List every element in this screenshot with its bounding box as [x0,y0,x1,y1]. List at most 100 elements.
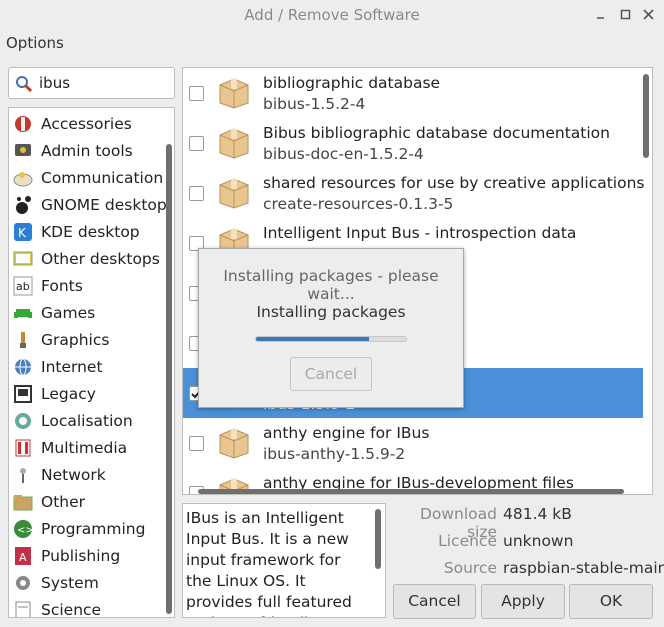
communication-icon [13,168,33,188]
category-label: Multimedia [41,439,128,457]
category-list[interactable]: Accessories Admin tools Communication GNOME… [8,107,175,618]
package-icon [217,425,251,459]
category-label: Science [41,601,102,618]
category-label: Programming [41,520,146,538]
category-item[interactable]: Legacy [9,381,165,408]
source-value: raspbian-stable-main [503,559,664,577]
package-hscrollbar[interactable] [198,489,624,494]
kde-icon: K [13,222,33,242]
minimize-button[interactable] [592,6,610,24]
publishing-icon: A [13,546,33,566]
category-item[interactable]: Science [9,597,165,618]
menu-options[interactable]: Options [6,34,64,52]
category-item[interactable]: K KDE desktop [9,219,165,246]
package-checkbox[interactable] [189,186,204,201]
category-label: Publishing [41,547,121,565]
category-label: Other [41,493,86,511]
install-dialog: Installing packages - please wait... Ins… [198,248,464,408]
system-icon [13,573,33,593]
gnome-icon [13,195,33,215]
package-checkbox[interactable] [189,136,204,151]
category-item[interactable]: Communication [9,165,165,192]
description-scrollbar[interactable] [375,509,381,569]
programming-icon: <> [13,519,34,539]
package-version: ibus-anthy-1.5.9-2 [263,445,406,463]
source-label: Source [443,559,497,577]
package-icon [217,125,251,159]
package-title: bibliographic database [263,74,441,92]
multimedia-icon [13,438,33,458]
menu-bar: Options [0,30,664,58]
package-title: Bibus bibliographic database documentati… [263,124,610,142]
package-row[interactable]: shared resources for use by creative app… [183,168,645,218]
category-item[interactable]: Admin tools [9,138,165,165]
dialog-title: Installing packages - please wait... [223,267,439,303]
category-item[interactable]: Network [9,462,165,489]
category-label: Communication [41,169,164,187]
close-button[interactable] [640,6,658,24]
package-vscrollbar[interactable] [643,74,649,158]
category-item[interactable]: ab Fonts [9,273,165,300]
category-item[interactable]: GNOME desktop [9,192,167,219]
description-text: IBus is an Intelligent Input Bus. It is … [186,509,352,617]
package-checkbox[interactable] [189,436,204,451]
category-item[interactable]: Other desktops [9,246,165,273]
category-label: Graphics [41,331,110,349]
category-label: Legacy [41,385,96,403]
category-item[interactable]: Accessories [9,111,165,138]
package-icon [217,175,251,209]
package-title: anthy engine for IBus [263,424,430,442]
category-label: Games [41,304,96,322]
admin-tools-icon [13,141,33,161]
fonts-icon: ab [13,276,33,296]
package-row[interactable]: bibliographic database bibus-1.5.2-4 [183,68,643,118]
package-row[interactable]: anthy engine for IBus ibus-anthy-1.5.9-2 [183,418,643,468]
title-bar: Add / Remove Software [0,0,664,30]
category-label: System [41,574,99,592]
svg-text:A: A [19,551,27,564]
package-version: create-resources-0.1.3-5 [263,195,454,213]
licence-value: unknown [503,532,574,550]
category-label: Fonts [41,277,83,295]
description-panel: IBus is an Intelligent Input Bus. It is … [182,503,386,618]
dialog-message: Installing packages [256,303,406,321]
progress-fill [256,337,369,341]
package-version: bibus-1.5.2-4 [263,95,366,113]
dialog-cancel-button[interactable]: Cancel [290,357,372,391]
category-label: Internet [41,358,103,376]
category-label: KDE desktop [41,223,140,241]
category-item[interactable]: <> Programming [9,516,165,543]
category-item[interactable]: Graphics [9,327,165,354]
category-label: Network [41,466,106,484]
svg-text:<>: <> [17,525,33,536]
category-item[interactable]: A Publishing [9,543,165,570]
search-box[interactable] [8,67,175,99]
category-item[interactable]: Internet [9,354,165,381]
accessories-icon [13,114,33,134]
svg-text:ab: ab [16,280,30,293]
cancel-button[interactable]: Cancel [393,584,476,619]
category-label: Localisation [41,412,133,430]
category-item[interactable]: Other [9,489,165,516]
maximize-button[interactable] [617,6,635,24]
internet-icon [13,357,33,377]
apply-button[interactable]: Apply [481,584,565,619]
svg-text:K: K [18,226,27,240]
category-scrollbar[interactable] [166,144,172,614]
science-icon [13,600,33,617]
category-item[interactable]: System [9,570,165,597]
package-row[interactable]: Bibus bibliographic database documentati… [183,118,643,168]
window-title: Add / Remove Software [244,6,420,24]
close-icon [643,9,654,20]
search-input[interactable] [39,73,169,93]
other-icon [13,492,33,512]
ok-button[interactable]: OK [569,584,653,619]
network-icon [13,465,33,485]
search-icon [15,75,33,97]
licence-label: Licence [438,532,497,550]
category-item[interactable]: Localisation [9,408,165,435]
minimize-icon [597,17,604,19]
category-item[interactable]: Multimedia [9,435,165,462]
category-item[interactable]: Games [9,300,165,327]
package-checkbox[interactable] [189,86,204,101]
